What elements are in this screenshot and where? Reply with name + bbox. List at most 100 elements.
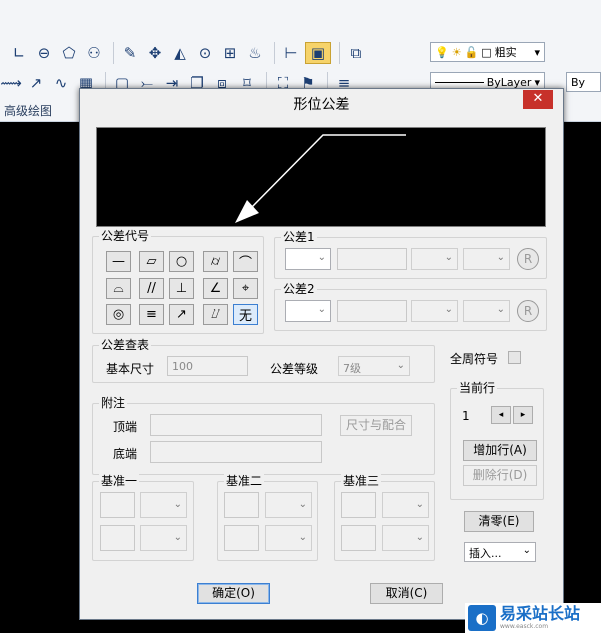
watermark: ◐ 易采站长站 www.easck.com: [465, 603, 601, 633]
linear-dimension-icon[interactable]: ∟: [8, 42, 30, 64]
arrow-icon[interactable]: ↗: [25, 72, 47, 94]
datum1-combo-1[interactable]: ⌄: [140, 492, 187, 518]
linetype-name: ByLayer: [486, 75, 532, 89]
tolerance2-modifier1-combo[interactable]: ⌄: [411, 300, 458, 322]
datum3-input-1[interactable]: [341, 492, 376, 518]
lineweight-combo[interactable]: By: [566, 72, 601, 92]
parallelism-button[interactable]: //: [139, 278, 164, 299]
straightness-button[interactable]: —: [106, 251, 131, 272]
datum1-combo-2[interactable]: ⌄: [140, 525, 187, 551]
fit-button[interactable]: 尺寸与配合: [340, 415, 412, 436]
rotate-icon[interactable]: ⊙: [194, 42, 216, 64]
flatness-button[interactable]: ▱: [139, 251, 164, 272]
ribbon-row-1: ∟ ⊖ ⬠ ⚇ ✎ ✥ ◭ ⊙ ⊞ ♨ ⊢ ▣ ⧉: [8, 40, 370, 66]
datum2-combo-2[interactable]: ⌄: [265, 525, 312, 551]
datum2-combo-1[interactable]: ⌄: [265, 492, 312, 518]
block-icon[interactable]: ▣: [305, 42, 331, 64]
line-profile-button[interactable]: ⌒: [233, 251, 258, 272]
circular-runout-button[interactable]: ↗: [169, 304, 194, 325]
row-prev-button[interactable]: ◂: [491, 406, 511, 424]
chevron-down-icon: ▾: [534, 75, 540, 89]
basic-size-input[interactable]: 100: [167, 356, 248, 376]
tolerance2-diameter-combo[interactable]: ⌄: [285, 300, 331, 322]
move-icon[interactable]: ✥: [144, 42, 166, 64]
layer-icon[interactable]: ⧉: [345, 42, 367, 64]
tolerance1-modifier2-combo[interactable]: ⌄: [463, 248, 510, 270]
tolerance1-diameter-combo[interactable]: ⌄: [285, 248, 331, 270]
separator: [113, 42, 114, 64]
row-next-button[interactable]: ▸: [513, 406, 533, 424]
leader-preview: [235, 134, 406, 223]
all-around-label: 全周符号: [450, 352, 499, 366]
chevron-down-icon: ⌄: [298, 532, 307, 543]
paint-icon[interactable]: ✎: [119, 42, 141, 64]
tolerance2-r-button[interactable]: R: [517, 300, 539, 322]
datum1-label: 基准一: [99, 474, 140, 488]
total-runout-button[interactable]: ⌰: [203, 304, 228, 325]
datum1-input-1[interactable]: [100, 492, 135, 518]
cylindricity-button[interactable]: ⌭: [203, 251, 228, 272]
datum3-group: 基准三 ⌄ ⌄: [334, 474, 435, 561]
datum3-label: 基准三: [341, 474, 382, 488]
hatch-icon[interactable]: ♨: [244, 42, 266, 64]
grade-combo[interactable]: 7级 ⌄: [338, 356, 410, 376]
tolerance1-r-button[interactable]: R: [517, 248, 539, 270]
watermark-text: 易采站长站: [500, 604, 581, 623]
angularity-button[interactable]: ∠: [203, 278, 228, 299]
chevron-down-icon: ⌄: [173, 499, 182, 510]
layer-combo[interactable]: 💡 ☀ 🔓 □ 粗实 ▾: [430, 42, 545, 62]
mirror-icon[interactable]: ◭: [169, 42, 191, 64]
symmetry-button[interactable]: ≡: [139, 304, 164, 325]
datum2-label: 基准二: [224, 474, 265, 488]
concentricity-button[interactable]: ◎: [106, 304, 131, 325]
ellipse-icon[interactable]: ⊖: [33, 42, 55, 64]
datum2-input-2[interactable]: [224, 525, 259, 551]
datum1-group: 基准一 ⌄ ⌄: [92, 474, 194, 561]
datum3-combo-2[interactable]: ⌄: [382, 525, 429, 551]
preview-canvas: [96, 127, 546, 227]
chevron-down-icon: ⌄: [444, 304, 453, 315]
current-row-label: 当前行: [457, 381, 498, 395]
chevron-down-icon: ⌄: [496, 304, 505, 315]
ok-button[interactable]: 确定(O): [197, 583, 270, 604]
user-icon[interactable]: ⚇: [83, 42, 105, 64]
bottom-note-input[interactable]: [150, 441, 322, 463]
chevron-down-icon: ⌄: [298, 499, 307, 510]
lock-icon: 🔓: [464, 45, 479, 59]
circularity-button[interactable]: ○: [169, 251, 194, 272]
tolerance1-value-input[interactable]: [337, 248, 407, 270]
insert-value: 插入...: [469, 547, 502, 560]
datum2-input-1[interactable]: [224, 492, 259, 518]
tolerance1-modifier1-combo[interactable]: ⌄: [411, 248, 458, 270]
basic-size-label: 基本尺寸: [106, 362, 155, 376]
clear-button[interactable]: 清零(E): [464, 511, 534, 532]
lookup-group: 公差查表 基本尺寸 100 公差等级 7级 ⌄: [92, 338, 435, 383]
spline-icon[interactable]: ∿: [50, 72, 72, 94]
current-row-group: 当前行 1 ◂ ▸ 增加行(A) 删除行(D): [450, 381, 544, 500]
delete-row-button[interactable]: 删除行(D): [463, 465, 537, 486]
close-button[interactable]: ✕: [523, 90, 553, 109]
dialog-titlebar[interactable]: 形位公差 ✕: [80, 89, 563, 117]
polygon-icon[interactable]: ⬠: [58, 42, 80, 64]
tolerance2-modifier2-combo[interactable]: ⌄: [463, 300, 510, 322]
all-around-checkbox[interactable]: [508, 351, 521, 364]
add-row-button[interactable]: 增加行(A): [463, 440, 537, 461]
datum1-input-2[interactable]: [100, 525, 135, 551]
insert-combo[interactable]: 插入... ⌄: [464, 542, 536, 562]
array-icon[interactable]: ⊞: [219, 42, 241, 64]
datum3-input-2[interactable]: [341, 525, 376, 551]
datum3-combo-1[interactable]: ⌄: [382, 492, 429, 518]
dialog-title: 形位公差: [293, 97, 350, 113]
tolerance2-value-input[interactable]: [337, 300, 407, 322]
none-symbol-button[interactable]: 无: [233, 304, 258, 325]
polyline-icon[interactable]: ⟿: [0, 72, 22, 94]
chevron-down-icon: ⌄: [415, 532, 424, 543]
chevron-down-icon: ⌄: [317, 304, 326, 315]
surface-profile-button[interactable]: ⌓: [106, 278, 131, 299]
perpendicularity-button[interactable]: ⊥: [169, 278, 194, 299]
cancel-button[interactable]: 取消(C): [370, 583, 443, 604]
tolerance2-group: 公差2 ⌄ ⌄ ⌄ R: [274, 282, 547, 331]
position-button[interactable]: ⌖: [233, 278, 258, 299]
top-note-input[interactable]: [150, 414, 322, 436]
dimension-icon[interactable]: ⊢: [280, 42, 302, 64]
